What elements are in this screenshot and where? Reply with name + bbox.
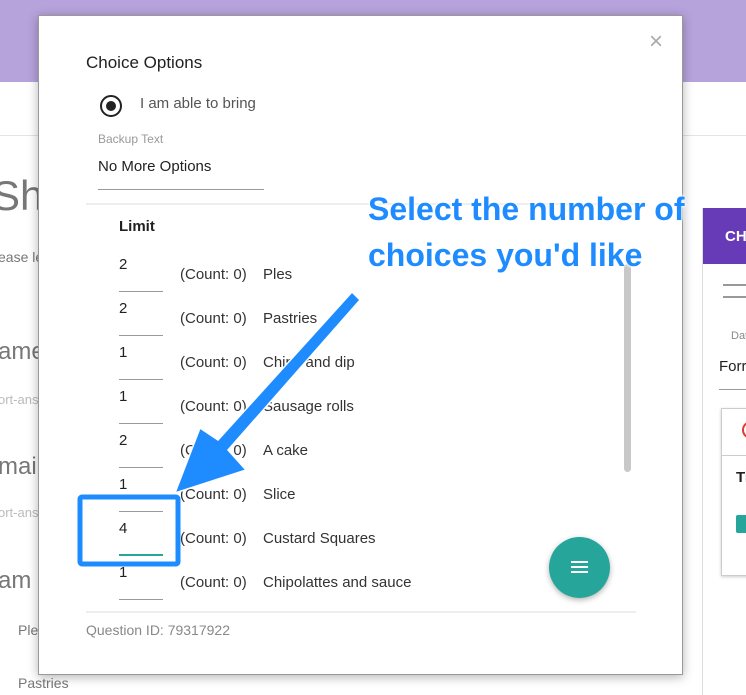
callout-line1: Select the number of (368, 191, 685, 227)
callout-arrow (77, 290, 362, 567)
callout-line2: choices you'd like (368, 237, 643, 273)
highlight-box (77, 494, 181, 567)
